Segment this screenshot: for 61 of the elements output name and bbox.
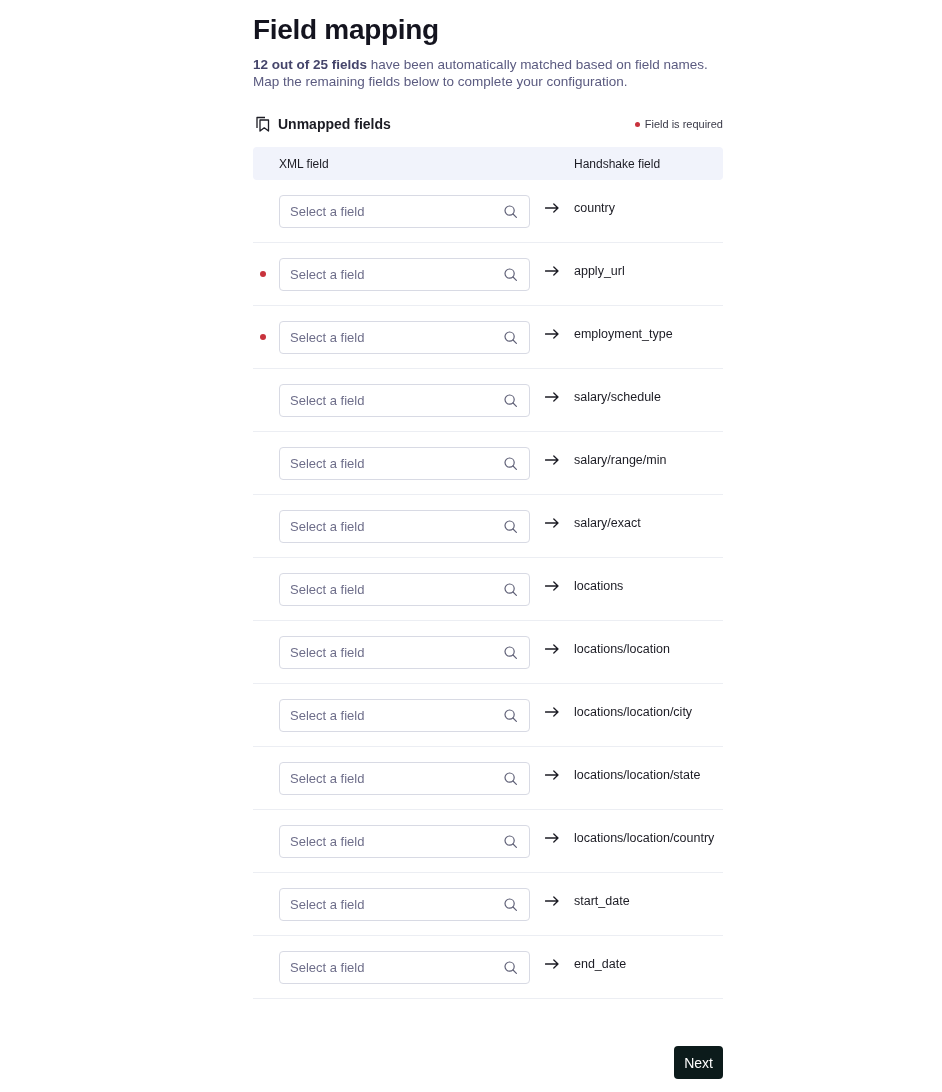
legend-text: Field is required: [644, 118, 723, 130]
handshake-field-name: salary/schedule: [574, 390, 661, 404]
handshake-field-name: end_date: [574, 957, 627, 971]
search-icon: [504, 897, 517, 911]
arrow-icon: [545, 959, 559, 969]
handshake-field-name: locations/location/state: [574, 768, 701, 782]
handshake-field-name: locations/location/country: [574, 831, 715, 845]
search-icon: [504, 519, 517, 533]
search-icon: [504, 393, 517, 407]
arrow-icon: [545, 518, 559, 528]
next-button[interactable]: Next: [674, 1046, 723, 1079]
page-title: Field mapping: [253, 13, 440, 47]
arrow-icon: [545, 329, 559, 339]
select-field[interactable]: Select a field: [279, 761, 530, 795]
arrow-icon: [545, 770, 559, 780]
select-field[interactable]: Select a field: [279, 194, 530, 228]
arrow-icon: [545, 266, 559, 276]
arrow-icon: [545, 644, 559, 654]
arrow-icon: [545, 203, 559, 213]
search-icon: [504, 204, 517, 218]
handshake-field-name: country: [574, 201, 615, 215]
arrow-icon: [545, 833, 559, 843]
search-icon: [504, 960, 517, 974]
arrow-icon: [545, 896, 559, 906]
handshake-field-name: salary/range/min: [574, 453, 667, 467]
select-field[interactable]: Select a field: [279, 446, 530, 480]
search-icon: [504, 834, 517, 848]
search-icon: [504, 330, 517, 344]
required-dot-icon: [634, 121, 640, 127]
bookmarks-icon: [256, 116, 270, 132]
select-field[interactable]: Select a field: [279, 383, 530, 417]
arrow-icon: [545, 392, 559, 402]
search-icon: [504, 708, 517, 722]
column-header: XML field: [279, 156, 330, 171]
handshake-field-name: employment_type: [574, 327, 673, 341]
intro-text: 12 out of 25 fields have been automatically matched based on field names. Map the remaining fields below to complete your configuration.: [253, 56, 709, 90]
arrow-icon: [545, 455, 559, 465]
handshake-field-name: start_date: [574, 894, 630, 908]
handshake-field-name: locations/location: [574, 642, 670, 656]
search-icon: [504, 456, 517, 470]
arrow-icon: [545, 707, 559, 717]
search-icon: [504, 645, 517, 659]
select-field[interactable]: Select a field: [279, 257, 530, 291]
select-field[interactable]: Select a field: [279, 320, 530, 354]
search-icon: [504, 267, 517, 281]
select-field[interactable]: Select a field: [279, 635, 530, 669]
select-field[interactable]: Select a field: [279, 698, 530, 732]
handshake-field-name: apply_url: [574, 264, 625, 278]
search-icon: [504, 582, 517, 596]
section-title: Unmapped fields: [278, 116, 391, 132]
select-field[interactable]: Select a field: [279, 509, 530, 543]
handshake-field-name: locations/location/city: [574, 705, 693, 719]
handshake-field-name: salary/exact: [574, 516, 641, 530]
select-field[interactable]: Select a field: [279, 824, 530, 858]
select-field[interactable]: Select a field: [279, 950, 530, 984]
handshake-field-name: locations: [574, 579, 624, 593]
select-field[interactable]: Select a field: [279, 572, 530, 606]
select-field[interactable]: Select a field: [279, 887, 530, 921]
arrow-icon: [545, 581, 559, 591]
column-header: Handshake field: [574, 156, 661, 171]
search-icon: [504, 771, 517, 785]
